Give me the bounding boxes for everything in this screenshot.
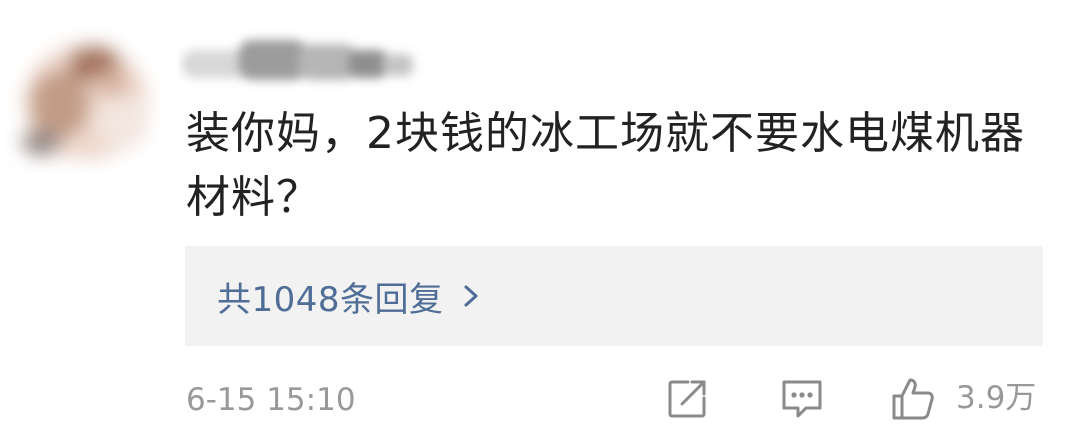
- thumbs-up-icon: [892, 378, 934, 420]
- comment-text: 装你妈，2块钱的冰工场就不要水电煤机器材料？: [186, 108, 1025, 223]
- view-replies-button[interactable]: 共1048条回复: [185, 246, 1043, 346]
- avatar[interactable]: [4, 24, 160, 172]
- like-button[interactable]: 3.9万: [888, 370, 1036, 426]
- comment-timestamp: 6-15 15:10: [186, 382, 356, 418]
- replies-count-label: 共1048条回复: [217, 279, 444, 320]
- comment-card: 装你妈，2块钱的冰工场就不要水电煤机器材料？ 共1048条回复 6-15 15:…: [0, 0, 1080, 444]
- share-icon[interactable]: [664, 376, 710, 422]
- chevron-right-icon: [464, 285, 478, 307]
- username-redacted[interactable]: [178, 30, 428, 90]
- comment-icon[interactable]: [778, 376, 826, 422]
- like-count: 3.9万: [956, 380, 1037, 416]
